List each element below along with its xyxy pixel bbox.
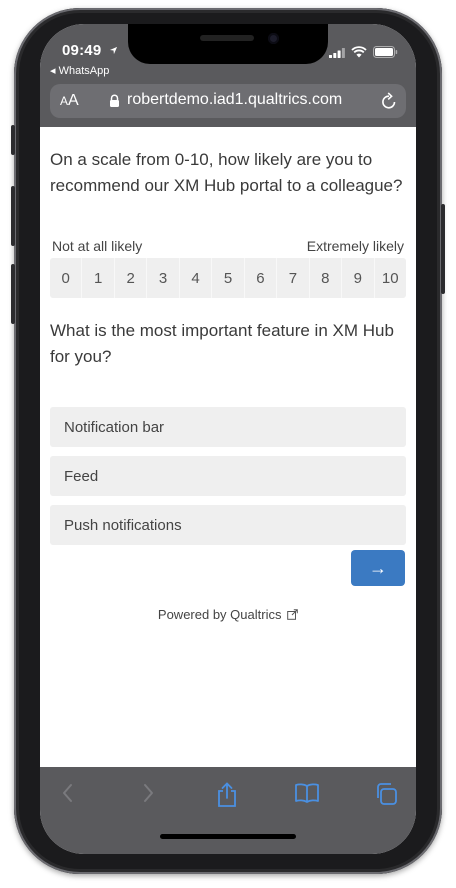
survey-page: On a scale from 0-10, how likely are you…	[40, 127, 416, 767]
scale-label-high: Extremely likely	[306, 238, 404, 254]
notch	[128, 24, 328, 64]
external-link-icon	[287, 609, 298, 620]
nps-scale: 0 1 2 3 4 5 6 7 8 9 10	[50, 258, 406, 298]
choice-feed[interactable]: Feed	[50, 456, 406, 496]
volume-down-button	[11, 264, 15, 324]
url-text[interactable]: robertdemo.iad1.qualtrics.com	[127, 91, 342, 109]
address-bar[interactable]: AA robertdemo.iad1.qualtrics.com	[50, 84, 406, 118]
scale-option-6[interactable]: 6	[244, 258, 278, 298]
status-time: 09:49	[62, 42, 102, 59]
question-nps: On a scale from 0-10, how likely are you…	[50, 150, 403, 195]
powered-by-text: Powered by Qualtrics	[157, 607, 282, 622]
volume-up-button	[11, 186, 15, 246]
scale-option-0[interactable]: 0	[50, 258, 83, 298]
next-button[interactable]: →	[351, 550, 405, 586]
scale-option-4[interactable]: 4	[179, 258, 213, 298]
choice-push-notifications[interactable]: Push notifications	[50, 505, 406, 545]
back-to-app-link[interactable]: ◂ WhatsApp	[50, 64, 109, 77]
speaker-grille	[200, 35, 254, 41]
powered-by-link[interactable]: Powered by Qualtrics	[40, 607, 416, 622]
forward-arrow-icon[interactable]	[140, 782, 156, 804]
battery-icon	[373, 46, 398, 58]
back-arrow-icon[interactable]	[60, 782, 76, 804]
home-indicator	[160, 834, 296, 839]
scale-option-1[interactable]: 1	[82, 258, 115, 298]
scale-option-8[interactable]: 8	[309, 258, 343, 298]
lock-icon	[110, 94, 119, 107]
tabs-icon[interactable]	[374, 782, 398, 806]
bookmarks-icon[interactable]	[294, 782, 320, 804]
scale-option-7[interactable]: 7	[277, 258, 310, 298]
scale-option-9[interactable]: 9	[342, 258, 375, 298]
scale-option-5[interactable]: 5	[212, 258, 245, 298]
text-size-button[interactable]: AA	[60, 92, 79, 110]
scale-label-low: Not at all likely	[52, 238, 143, 254]
safari-toolbar	[40, 767, 416, 854]
choice-notification-bar[interactable]: Notification bar	[50, 407, 406, 447]
safari-top-chrome: 09:49 ◂ WhatsApp AA robertdemo.iad1.qual…	[40, 24, 416, 127]
mute-switch	[11, 125, 15, 155]
location-arrow-icon	[109, 46, 118, 55]
scale-option-2[interactable]: 2	[114, 258, 148, 298]
wifi-icon	[351, 46, 367, 58]
reload-icon[interactable]	[380, 91, 398, 111]
question-feature: What is the most important feature in XM…	[50, 321, 394, 366]
power-button	[441, 204, 445, 294]
share-icon[interactable]	[216, 782, 238, 808]
front-camera	[268, 33, 279, 44]
scale-option-3[interactable]: 3	[147, 258, 180, 298]
status-icons	[329, 46, 398, 58]
phone-screen: 09:49 ◂ WhatsApp AA robertdemo.iad1.qual…	[40, 24, 416, 854]
signal-icon	[329, 47, 345, 58]
scale-option-10[interactable]: 10	[374, 258, 406, 298]
